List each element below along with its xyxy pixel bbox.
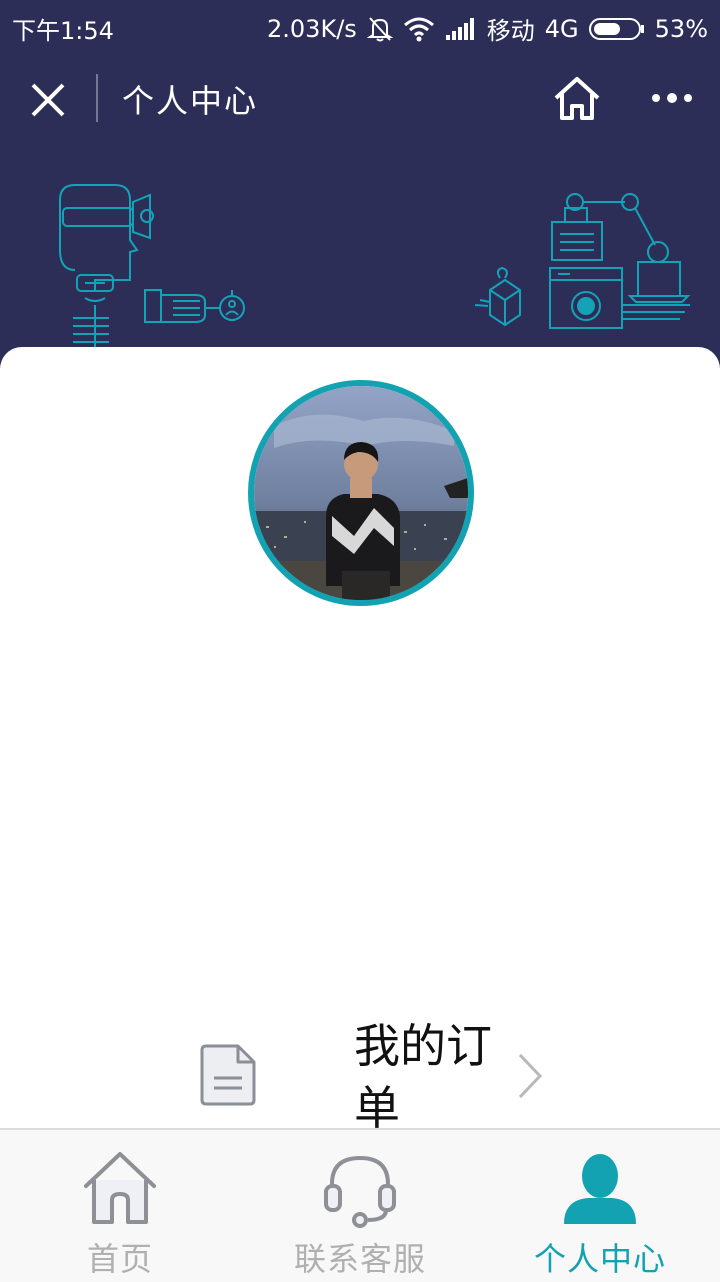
robot-camera-illustration	[474, 193, 691, 329]
status-right: 2.03K/s 移动 4G 53%	[267, 11, 708, 46]
status-time: 下午1:54	[12, 17, 114, 45]
more-dots-icon	[652, 93, 692, 103]
headset-icon	[324, 1155, 396, 1228]
nav-divider	[96, 74, 98, 122]
bottom-tab-bar: 首页 联系客服 个人中心	[0, 1128, 720, 1282]
document-icon	[200, 1044, 256, 1106]
avatar-photo	[254, 386, 468, 600]
close-button[interactable]	[26, 78, 70, 122]
network-speed: 2.03K/s	[267, 14, 357, 43]
tab-home-label: 首页	[86, 1240, 153, 1278]
avatar[interactable]	[248, 380, 474, 606]
battery-level: 53%	[654, 14, 708, 43]
tab-profile[interactable]: 个人中心	[480, 1130, 720, 1282]
network-type: 4G	[544, 14, 579, 43]
chevron-right-icon	[518, 1053, 543, 1099]
tab-home[interactable]: 首页	[0, 1130, 240, 1282]
signal-icon	[445, 17, 477, 41]
nav-bar: 个人中心	[0, 60, 720, 136]
mute-bell-icon	[366, 15, 393, 43]
home-icon	[554, 77, 600, 120]
tab-customer-service[interactable]: 联系客服	[240, 1130, 480, 1282]
tab-profile-label: 个人中心	[533, 1240, 666, 1278]
person-icon	[564, 1154, 636, 1224]
my-orders-row[interactable]: 我的订单	[0, 1007, 720, 1137]
home-icon	[84, 1152, 156, 1224]
home-button[interactable]	[552, 74, 602, 124]
carrier-label: 移动	[486, 17, 535, 45]
vr-headset-illustration	[59, 184, 245, 348]
wifi-icon	[403, 16, 435, 42]
my-orders-label: 我的订单	[354, 1019, 492, 1135]
close-icon	[31, 83, 65, 117]
page-title: 个人中心	[122, 82, 259, 120]
battery-icon	[588, 17, 645, 41]
header-banner	[0, 140, 720, 360]
status-bar: 下午1:54 2.03K/s 移动 4G 53%	[0, 0, 720, 52]
tab-customer-service-label: 联系客服	[293, 1240, 426, 1278]
more-button[interactable]	[648, 80, 696, 116]
